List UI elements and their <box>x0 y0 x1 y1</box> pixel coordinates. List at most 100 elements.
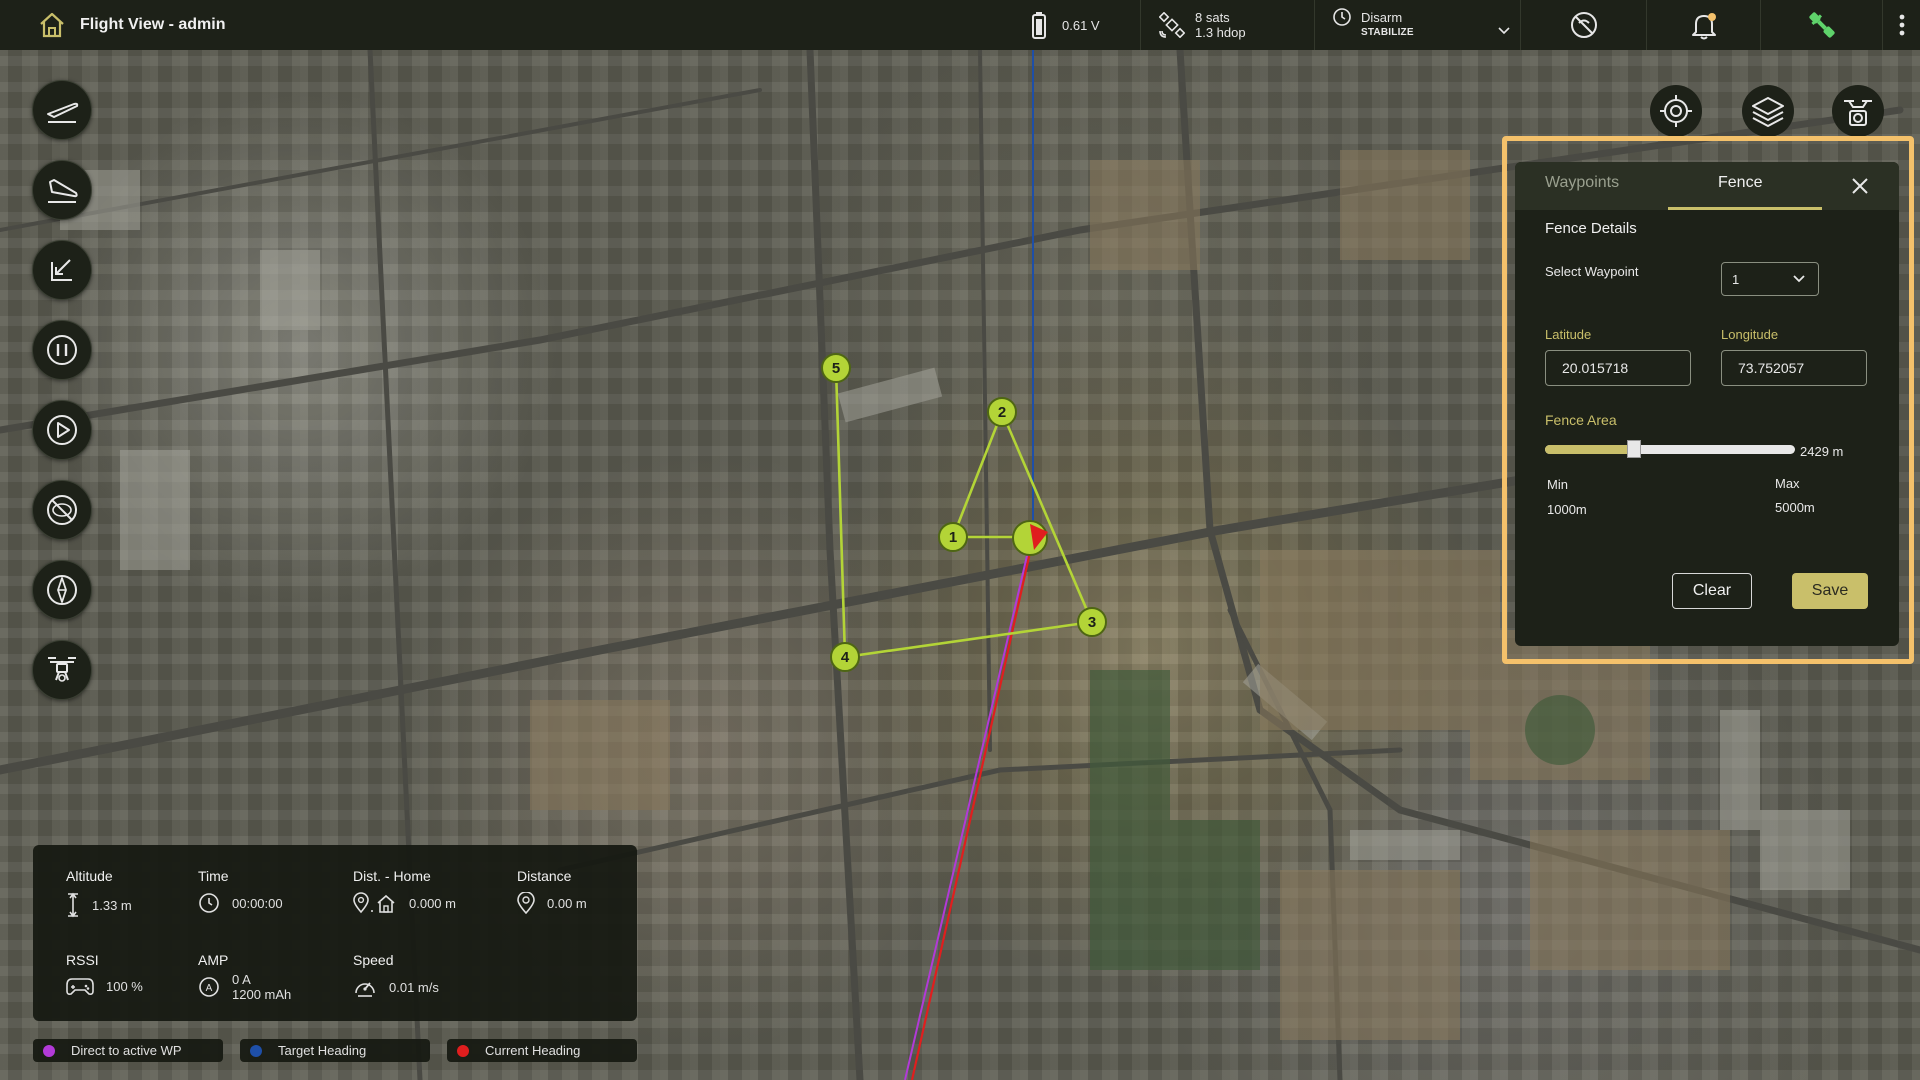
target-icon <box>1660 95 1692 127</box>
gps-status[interactable]: 8 sats 1.3 hdop <box>1140 0 1315 50</box>
no-fly-button[interactable] <box>32 480 92 540</box>
min-label: Min <box>1547 477 1568 492</box>
battery-voltage: 0.61 V <box>1062 17 1100 33</box>
pin-home-icon <box>353 892 395 914</box>
fence-area-value: 2429 m <box>1800 444 1844 459</box>
chevron-down-icon <box>1498 27 1510 35</box>
more-menu-button[interactable] <box>1882 0 1920 50</box>
waypoint-marker[interactable]: 4 <box>830 642 860 672</box>
connect-button[interactable] <box>1760 0 1883 50</box>
distance-label: Distance <box>517 868 572 884</box>
dist-home-readout: Dist. - Home 0.000 m <box>353 868 456 914</box>
legend-direct-wp-label: Direct to active WP <box>71 1043 182 1058</box>
time-label: Time <box>198 868 229 884</box>
arm-mode-dropdown[interactable]: Disarm STABILIZE <box>1314 0 1521 50</box>
close-icon <box>1852 178 1868 194</box>
select-waypoint-dropdown[interactable]: 1 <box>1721 262 1819 296</box>
panel-tabs: Waypoints Fence <box>1515 162 1899 210</box>
save-button[interactable]: Save <box>1792 573 1868 609</box>
distance-value: 0.00 m <box>547 895 587 911</box>
battery-status[interactable]: 0.61 V <box>1012 0 1140 50</box>
pause-button[interactable] <box>32 320 92 380</box>
map-pin-icon <box>517 892 535 914</box>
legend-current-heading-label: Current Heading <box>485 1043 581 1058</box>
altitude-label: Altitude <box>66 868 113 884</box>
close-panel-button[interactable] <box>1848 174 1872 198</box>
direct-to-wp-line <box>904 529 1034 1080</box>
drone-button[interactable] <box>32 640 92 700</box>
longitude-label: Longitude <box>1721 327 1779 342</box>
land-button[interactable] <box>32 160 92 220</box>
play-button[interactable] <box>32 400 92 460</box>
ampere-icon: A <box>199 977 219 997</box>
gamepad-icon <box>66 978 94 995</box>
clear-button[interactable]: Clear <box>1672 573 1752 609</box>
notifications-button[interactable] <box>1646 0 1761 50</box>
rssi-label: RSSI <box>66 952 99 968</box>
layers-button[interactable] <box>1742 85 1794 137</box>
legend-target-heading-label: Target Heading <box>278 1043 367 1058</box>
waypoint-marker[interactable]: 5 <box>821 353 851 383</box>
top-bar: Flight View - admin 0.61 V 8 sats 1.3 hd… <box>0 0 1920 50</box>
fence-area-slider-fill <box>1545 445 1635 454</box>
waypoint-marker[interactable]: 1 <box>938 522 968 552</box>
home-button[interactable] <box>36 9 68 41</box>
select-waypoint-value: 1 <box>1732 271 1740 287</box>
min-value: 1000m <box>1547 502 1587 517</box>
takeoff-button[interactable] <box>32 80 92 140</box>
app-title: Flight View - admin <box>80 16 226 33</box>
drone-camera-button[interactable] <box>1832 85 1884 137</box>
amp-capacity: 1200 mAh <box>232 987 292 1002</box>
drone-camera-icon <box>1844 100 1872 126</box>
gps-hdop: 1.3 hdop <box>1195 25 1246 40</box>
legend-dot <box>43 1044 55 1057</box>
fence-panel: Waypoints Fence Fence Details Select Way… <box>1515 162 1899 646</box>
return-to-launch-icon <box>51 259 72 281</box>
no-fly-icon <box>47 495 77 525</box>
gps-sats: 8 sats <box>1195 10 1230 25</box>
bell-icon <box>1692 13 1716 40</box>
legend-dot <box>457 1044 469 1057</box>
latitude-label: Latitude <box>1545 327 1592 342</box>
tab-waypoints[interactable]: Waypoints <box>1545 174 1619 192</box>
fence-area-slider[interactable] <box>1545 440 1795 458</box>
time-value: 00:00:00 <box>232 895 283 911</box>
altitude-value: 1.33 m <box>92 897 132 913</box>
amp-readout: AMP A 0 A 1200 mAh <box>198 952 291 1002</box>
compass-button[interactable] <box>32 560 92 620</box>
dist-home-value: 0.000 m <box>409 895 456 911</box>
waypoint-label: 2 <box>998 404 1006 421</box>
tab-fence[interactable]: Fence <box>1718 174 1762 192</box>
current-heading-line <box>910 529 1037 1080</box>
drone-icon <box>48 657 76 682</box>
return-to-launch-button[interactable] <box>32 240 92 300</box>
satellite-icon <box>1159 12 1185 38</box>
takeoff-icon <box>47 102 79 123</box>
altitude-icon <box>68 892 78 918</box>
battery-icon <box>1026 12 1052 39</box>
link-status-button[interactable] <box>1520 0 1647 50</box>
amp-label: AMP <box>198 952 229 968</box>
legend-current-heading: Current Heading <box>447 1039 637 1062</box>
amp-current: 0 A <box>232 972 251 987</box>
waypoint-label: 3 <box>1088 614 1096 631</box>
waypoint-label: 1 <box>949 529 957 546</box>
waypoint-label: 5 <box>832 360 840 377</box>
locate-button[interactable] <box>1650 85 1702 137</box>
waypoint-marker[interactable]: 2 <box>987 397 1017 427</box>
chevron-down-icon <box>1793 275 1805 283</box>
speed-readout: Speed 0.01 m/s <box>353 952 439 998</box>
active-tab-indicator <box>1668 207 1822 210</box>
latitude-input[interactable] <box>1545 350 1691 386</box>
distance-readout: Distance 0.00 m <box>517 868 587 914</box>
compass-icon <box>47 575 77 605</box>
legend-dot <box>250 1044 262 1057</box>
fence-area-slider-thumb[interactable] <box>1627 440 1642 458</box>
waypoint-marker[interactable]: 3 <box>1077 607 1107 637</box>
longitude-input[interactable] <box>1721 350 1867 386</box>
fence-area-label: Fence Area <box>1545 412 1617 428</box>
select-waypoint-label: Select Waypoint <box>1545 264 1639 279</box>
fence-details-heading: Fence Details <box>1545 220 1637 237</box>
max-value: 5000m <box>1775 500 1815 515</box>
dist-home-label: Dist. - Home <box>353 868 431 884</box>
